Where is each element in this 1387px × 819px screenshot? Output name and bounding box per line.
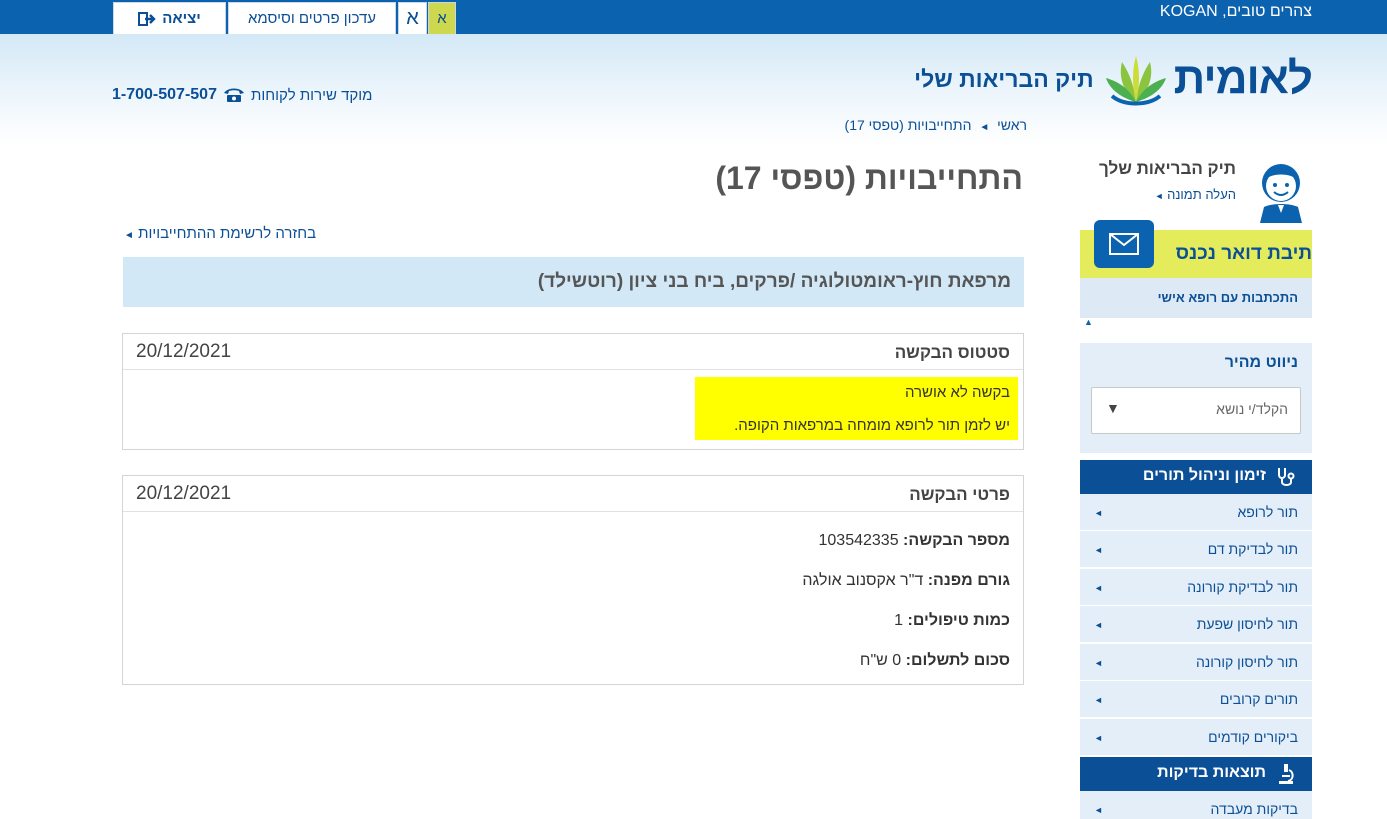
nav-previous-visits[interactable]: ביקורים קודמים ◄ (1080, 719, 1312, 756)
phone-label: מוקד שירות לקוחות (250, 86, 373, 104)
nav-item-label: תור לחיסון שפעת (1196, 616, 1298, 632)
results-header: תוצאות בדיקות (1080, 757, 1312, 791)
status-highlight: בקשה לא אושרה יש לזמן תור לרופא מומחה במ… (695, 377, 1018, 440)
nav-item-label: תור לרופא (1237, 504, 1298, 520)
avatar-icon (1260, 164, 1302, 223)
doctor-correspondence-link[interactable]: התכתבות עם רופא אישי (1080, 278, 1312, 318)
collapse-up-icon[interactable]: ▲ (1084, 317, 1100, 331)
phone-icon (223, 88, 244, 102)
request-status-card: סטטוס הבקשה 20/12/2021 בקשה לא אושרה יש … (122, 333, 1024, 450)
inbox-title[interactable]: תיבת דואר נכנס (1176, 243, 1312, 265)
arrow-left-icon: ◄ (1094, 583, 1103, 593)
back-to-list-link[interactable]: בחזרה לרשימת ההתחייבויות ◄ (124, 225, 316, 242)
stethoscope-icon (1278, 468, 1295, 486)
arrow-left-icon: ◄ (1094, 805, 1103, 815)
breadcrumb: ראשי ◄ התחייבויות (טפסי 17) (845, 117, 1027, 133)
nav-flu-vaccine-appointment[interactable]: תור לחיסון שפעת ◄ (1080, 606, 1312, 643)
quick-nav-select[interactable]: הקלד/י נושא ▼ (1091, 387, 1301, 434)
customer-service: מוקד שירות לקוחות 1-700-507-507 (112, 86, 372, 104)
referrer-row: גורם מפנה: ד"ר אקסנוב אולגה (802, 572, 1010, 590)
nav-item-label: תורים קרובים (1219, 691, 1298, 707)
profile-box: תיק הבריאות שלך העלה תמונה ◄ (1088, 155, 1312, 223)
breadcrumb-current[interactable]: התחייבויות (טפסי 17) (845, 117, 972, 133)
referrer-value: ד"ר אקסנוב אולגה (802, 572, 924, 589)
nav-item-label: תור לבדיקת דם (1207, 541, 1298, 557)
status-line-1: בקשה לא אושרה (904, 384, 1010, 401)
request-details-card: פרטי הבקשה 20/12/2021 מספר הבקשה: 103542… (122, 475, 1024, 685)
doctor-correspondence-label: התכתבות עם רופא אישי (1157, 290, 1298, 305)
referrer-label: גורם מפנה: (927, 572, 1010, 589)
status-title: סטטוס הבקשה (894, 343, 1010, 362)
treatments-label: כמות טיפולים: (907, 612, 1010, 629)
logo-subtitle: תיק הבריאות שלי (914, 65, 1094, 92)
treatments-row: כמות טיפולים: 1 (894, 612, 1010, 630)
appointments-title: זימון וניהול תורים (1142, 467, 1266, 484)
upload-photo-label: העלה תמונה (1167, 187, 1236, 202)
details-date: 20/12/2021 (136, 483, 232, 504)
quick-nav: ניווט מהיר הקלד/י נושא ▼ (1080, 343, 1312, 453)
nav-item-label: תור לחיסון קורונה (1195, 654, 1298, 670)
arrow-left-icon: ◄ (124, 230, 134, 241)
arrow-left-icon: ◄ (1094, 658, 1103, 668)
arrow-left-icon: ◄ (1094, 545, 1103, 555)
dropdown-arrow-icon: ▼ (1106, 400, 1120, 416)
results-title: תוצאות בדיקות (1157, 764, 1266, 781)
nav-corona-vaccine-appointment[interactable]: תור לחיסון קורונה ◄ (1080, 644, 1312, 681)
arrow-left-icon: ◄ (1094, 508, 1103, 518)
nav-upcoming-appointments[interactable]: תורים קרובים ◄ (1080, 681, 1312, 718)
breadcrumb-arrow-icon: ◄ (979, 122, 990, 133)
nav-corona-test-appointment[interactable]: תור לבדיקת קורונה ◄ (1080, 569, 1312, 606)
payment-label: סכום לתשלום: (905, 652, 1010, 669)
status-date: 20/12/2021 (136, 341, 232, 362)
request-number-value: 103542335 (818, 532, 899, 549)
upload-photo-link[interactable]: העלה תמונה ◄ (1155, 187, 1236, 202)
clinic-name: מרפאת חוץ-ראומטולוגיה /פרקים, ביח בני צי… (537, 271, 1011, 292)
card-header: פרטי הבקשה 20/12/2021 (123, 476, 1023, 512)
nav-item-label: תור לבדיקת קורונה (1187, 579, 1298, 595)
status-line-2: יש לזמן תור לרופא מומחה במרפאות הקופה. (734, 417, 1010, 434)
logout-icon (138, 11, 156, 26)
mail-icon[interactable] (1094, 220, 1154, 268)
appointments-header: זימון וניהול תורים (1080, 460, 1312, 494)
greeting-text: צהרים טובים, KOGAN (1159, 3, 1312, 20)
exit-button[interactable]: יציאה (113, 2, 226, 34)
top-bar: צהרים טובים, KOGAN יציאה עדכון פרטים וסי… (0, 0, 1387, 34)
page-title: התחייבויות (טפסי 17) (715, 160, 1023, 196)
nav-item-label: ביקורים קודמים (1208, 729, 1298, 745)
font-large-button[interactable]: א (398, 2, 427, 34)
logo-leaf-icon (1105, 56, 1166, 106)
update-details-button[interactable]: עדכון פרטים וסיסמא (228, 2, 396, 34)
nav-blood-test-appointment[interactable]: תור לבדיקת דם ◄ (1080, 531, 1312, 568)
envelope-icon (1109, 233, 1139, 255)
arrow-left-icon: ◄ (1094, 733, 1103, 743)
arrow-left-icon: ◄ (1154, 191, 1164, 201)
logo[interactable]: לאומית תיק הבריאות שלי (914, 52, 1313, 106)
request-number-row: מספר הבקשה: 103542335 (819, 532, 1011, 550)
microscope-icon (1279, 764, 1294, 784)
request-number-label: מספר הבקשה: (903, 532, 1010, 549)
back-link-label: בחזרה לרשימת ההתחייבויות (138, 225, 317, 242)
font-small-button[interactable]: א (428, 2, 456, 34)
card-header: סטטוס הבקשה 20/12/2021 (123, 334, 1023, 370)
phone-number[interactable]: 1-700-507-507 (112, 86, 217, 104)
payment-row: סכום לתשלום: 0 ש"ח (860, 652, 1010, 670)
treatments-value: 1 (894, 612, 904, 629)
payment-value: 0 ש"ח (859, 652, 902, 669)
breadcrumb-home[interactable]: ראשי (997, 117, 1027, 133)
arrow-left-icon: ◄ (1094, 620, 1103, 630)
exit-label: יציאה (162, 10, 201, 27)
quick-nav-title: ניווט מהיר (1224, 354, 1298, 371)
nav-lab-tests[interactable]: בדיקות מעבדה ◄ (1080, 791, 1312, 819)
details-title: פרטי הבקשה (909, 485, 1010, 504)
profile-title: תיק הבריאות שלך (1099, 159, 1236, 178)
clinic-bar: מרפאת חוץ-ראומטולוגיה /פרקים, ביח בני צי… (123, 257, 1024, 307)
quick-nav-placeholder: הקלד/י נושא (1216, 401, 1288, 417)
arrow-left-icon: ◄ (1094, 695, 1103, 705)
nav-doctor-appointment[interactable]: תור לרופא ◄ (1080, 494, 1312, 531)
nav-item-label: בדיקות מעבדה (1210, 801, 1298, 817)
logo-name: לאומית (1173, 54, 1313, 103)
